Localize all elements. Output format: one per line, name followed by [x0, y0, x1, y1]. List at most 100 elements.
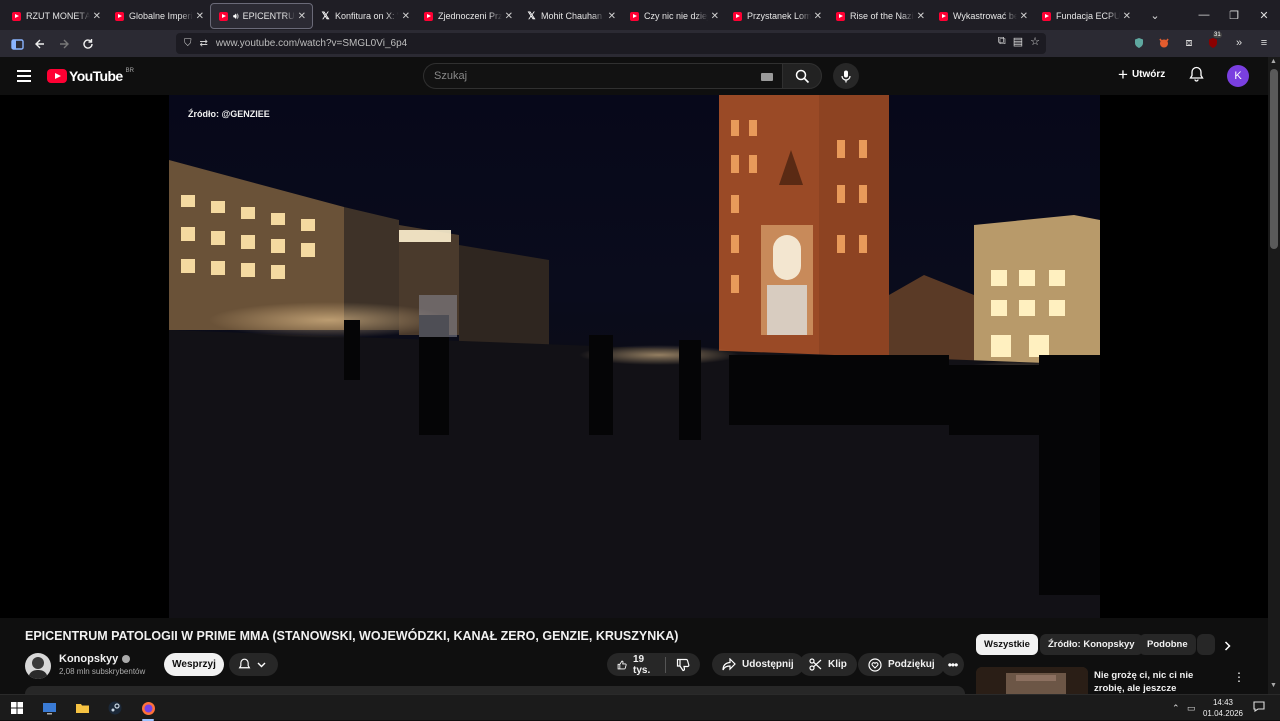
youtube-icon: [115, 11, 124, 21]
scroll-up-icon[interactable]: ▲: [1270, 58, 1277, 65]
bookmark-star-icon[interactable]: ☆: [1030, 35, 1040, 48]
restore-button[interactable]: ❐: [1218, 0, 1250, 30]
close-window-button[interactable]: ✕: [1248, 0, 1280, 30]
minimize-button[interactable]: —: [1188, 0, 1220, 30]
extensions-puzzle-icon[interactable]: ⧈: [1180, 34, 1198, 52]
clip-label: Klip: [828, 659, 847, 670]
browser-tab[interactable]: RZUT MONETĄ DE✕: [4, 3, 107, 29]
share-button[interactable]: Udostępnij: [712, 653, 804, 676]
youtube-logo[interactable]: YouTube BR: [47, 68, 134, 84]
chip-next-button[interactable]: [1218, 637, 1236, 655]
like-count: 19 tys.: [633, 653, 651, 676]
windows-taskbar: ⌃ ▭ 14:43 01.04.2026: [0, 694, 1280, 721]
tab-close-icon[interactable]: ✕: [1123, 11, 1131, 22]
chip-related[interactable]: Podobne: [1139, 634, 1196, 655]
notifications-bell-icon[interactable]: [1189, 66, 1204, 87]
channel-name[interactable]: Konopskyy: [59, 653, 118, 665]
forward-button[interactable]: [52, 32, 76, 56]
tab-title: RZUT MONETĄ DE: [26, 11, 90, 21]
chip-partial[interactable]: [1197, 634, 1215, 655]
fox-extension-icon[interactable]: [1155, 34, 1173, 52]
support-button[interactable]: Wesprzyj: [164, 653, 224, 676]
tab-close-icon[interactable]: ✕: [298, 11, 306, 22]
search-button[interactable]: [782, 63, 822, 89]
search-input[interactable]: [434, 70, 734, 82]
keyboard-icon[interactable]: [761, 73, 773, 81]
thanks-button[interactable]: Podziękuj: [858, 653, 945, 676]
page-scrollbar[interactable]: ▲ ▼: [1268, 57, 1280, 694]
description-box[interactable]: [25, 686, 965, 694]
clip-button[interactable]: Klip: [799, 653, 857, 676]
page-settings-icon[interactable]: ⇄: [200, 38, 208, 49]
youtube-icon: [424, 11, 433, 21]
tab-close-icon[interactable]: ✕: [196, 11, 204, 22]
picture-in-picture-icon[interactable]: ⧉: [998, 35, 1006, 48]
ublock-extension-icon[interactable]: 31: [1205, 32, 1223, 52]
overflow-menu-icon[interactable]: »: [1230, 34, 1248, 52]
video-player[interactable]: [169, 95, 1100, 618]
tab-audio-speaker-icon[interactable]: 🔊︎: [233, 11, 239, 22]
recommendation-thumbnail[interactable]: [976, 667, 1088, 694]
video-frame-scene: [169, 95, 1100, 618]
channel-name-link[interactable]: Konopskyy: [59, 653, 131, 665]
voice-search-button[interactable]: [833, 63, 859, 89]
firefox-icon[interactable]: [140, 700, 156, 721]
tab-title: Konfitura on X: "P: [335, 11, 399, 21]
youtube-play-icon: [47, 69, 67, 83]
tab-close-icon[interactable]: ✕: [608, 11, 616, 22]
dislike-button[interactable]: [676, 658, 690, 672]
tab-close-icon[interactable]: ✕: [814, 11, 822, 22]
browser-tab[interactable]: Rise of the Nazis a✕: [828, 3, 931, 29]
chip-all[interactable]: Wszystkie: [976, 634, 1038, 655]
task-manager-icon[interactable]: [41, 700, 57, 716]
browser-tab[interactable]: Zjednoczeni Przec✕: [416, 3, 519, 29]
tab-close-icon[interactable]: ✕: [1020, 11, 1028, 22]
notification-center-icon[interactable]: [1253, 701, 1265, 714]
browser-tab-strip: RZUT MONETĄ DE✕Globalne Imperiu✕🔊︎EPICEN…: [0, 0, 1280, 30]
tab-close-icon[interactable]: ✕: [402, 11, 410, 22]
browser-tab[interactable]: Czy nic nie dzieje ✕: [622, 3, 725, 29]
app-menu-icon[interactable]: ≡: [1255, 34, 1273, 52]
vpn-extension-icon[interactable]: [1130, 34, 1148, 52]
notification-settings-button[interactable]: [229, 653, 278, 676]
tab-close-icon[interactable]: ✕: [505, 11, 513, 22]
shield-icon[interactable]: ⛉: [184, 38, 192, 49]
browser-tab[interactable]: Wykastrować bez ✕: [931, 3, 1034, 29]
browser-tab[interactable]: Fundacja ECPU Po✕: [1034, 3, 1137, 29]
scroll-down-icon[interactable]: ▼: [1270, 682, 1277, 689]
url-text[interactable]: www.youtube.com/watch?v=SMGL0Vi_6p4: [216, 38, 407, 49]
like-button[interactable]: 19 tys.: [617, 654, 655, 676]
back-button[interactable]: [28, 32, 52, 56]
clock-date: 01.04.2026: [1202, 709, 1244, 718]
chip-from-channel[interactable]: Źródło: Konopskyy: [1040, 634, 1143, 655]
tab-close-icon[interactable]: ✕: [711, 11, 719, 22]
video-title: EPICENTRUM PATOLOGII W PRIME MMA (STANOW…: [25, 629, 679, 643]
reload-button[interactable]: [76, 32, 100, 56]
list-all-tabs-button[interactable]: ⌄: [1143, 9, 1167, 22]
browser-tab[interactable]: 𝕏 Konfitura on X: "P✕: [313, 3, 416, 29]
file-explorer-icon[interactable]: [74, 700, 90, 716]
address-bar[interactable]: ⛉ ⇄ www.youtube.com/watch?v=SMGL0Vi_6p4 …: [176, 33, 1046, 54]
tab-title: Globalne Imperiu: [129, 11, 193, 21]
browser-tab[interactable]: Przystanek Lomba✕: [725, 3, 828, 29]
youtube-icon: [12, 11, 21, 21]
account-avatar[interactable]: K: [1227, 65, 1249, 87]
recommendation-menu-icon[interactable]: ⋮: [1233, 670, 1245, 684]
tab-close-icon[interactable]: ✕: [93, 11, 101, 22]
browser-tab[interactable]: 𝕏 Mohit Chauhan on✕: [519, 3, 622, 29]
tray-overflow-icon[interactable]: ⌃: [1172, 703, 1180, 714]
browser-tab[interactable]: Globalne Imperiu ✕: [107, 3, 210, 29]
create-button[interactable]: + Utwórz: [1118, 66, 1165, 83]
network-icon[interactable]: ▭: [1187, 703, 1196, 714]
browser-tab[interactable]: 🔊︎EPICENTRUM✕: [210, 3, 313, 29]
steam-icon[interactable]: [107, 700, 123, 716]
sidebar-toggle-icon[interactable]: [5, 32, 29, 56]
guide-menu-icon[interactable]: [17, 70, 31, 82]
windows-start-icon[interactable]: [9, 700, 25, 716]
scrollbar-thumb[interactable]: [1270, 69, 1278, 249]
reader-view-icon[interactable]: ▤: [1013, 35, 1023, 48]
channel-avatar[interactable]: [25, 653, 51, 679]
taskbar-clock[interactable]: 14:43 01.04.2026: [1200, 697, 1246, 719]
more-actions-button[interactable]: •••: [941, 653, 964, 676]
tab-close-icon[interactable]: ✕: [917, 11, 925, 22]
